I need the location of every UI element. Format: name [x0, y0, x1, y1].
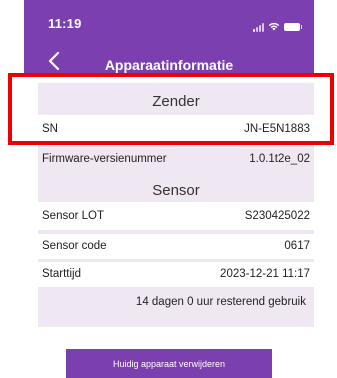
remove-device-button[interactable]: Huidig apparaat verwijderen: [66, 349, 272, 378]
signal-bars-icon: [253, 22, 264, 32]
sensor-code-row: Sensor code 0617: [38, 234, 314, 259]
page-title: Apparaatinformatie: [104, 57, 234, 73]
battery-icon: [284, 23, 302, 31]
status-icons: [253, 18, 302, 36]
highlight-box: [8, 73, 334, 145]
start-time-label: Starttijd: [42, 268, 81, 280]
firmware-value: 1.0.1t2e_02: [249, 153, 310, 165]
wifi-icon: [268, 18, 280, 36]
start-time-row: Starttijd 2023-12-21 11:17: [38, 262, 314, 287]
sensor-section-title: Sensor: [152, 182, 200, 199]
app-header: 11:19 Apparaatinformatie: [24, 0, 314, 77]
status-time: 11:19: [48, 16, 82, 31]
sensor-lot-row: Sensor LOT S230425022: [38, 202, 314, 230]
device-info-screen: 11:19 Apparaatinformatie Zender SN JN-E5…: [0, 0, 337, 378]
remaining-usage-text: 14 dagen 0 uur resterend gebruik: [135, 296, 306, 308]
start-time-value: 2023-12-21 11:17: [220, 268, 310, 280]
firmware-label: Firmware-versienummer: [42, 153, 167, 165]
sensor-lot-value: S230425022: [244, 210, 310, 222]
firmware-row: Firmware-versienummer 1.0.1t2e_02: [38, 153, 314, 169]
sensor-code-label: Sensor code: [42, 240, 107, 252]
sensor-lot-label: Sensor LOT: [42, 210, 104, 222]
sensor-code-value: 0617: [284, 240, 310, 252]
